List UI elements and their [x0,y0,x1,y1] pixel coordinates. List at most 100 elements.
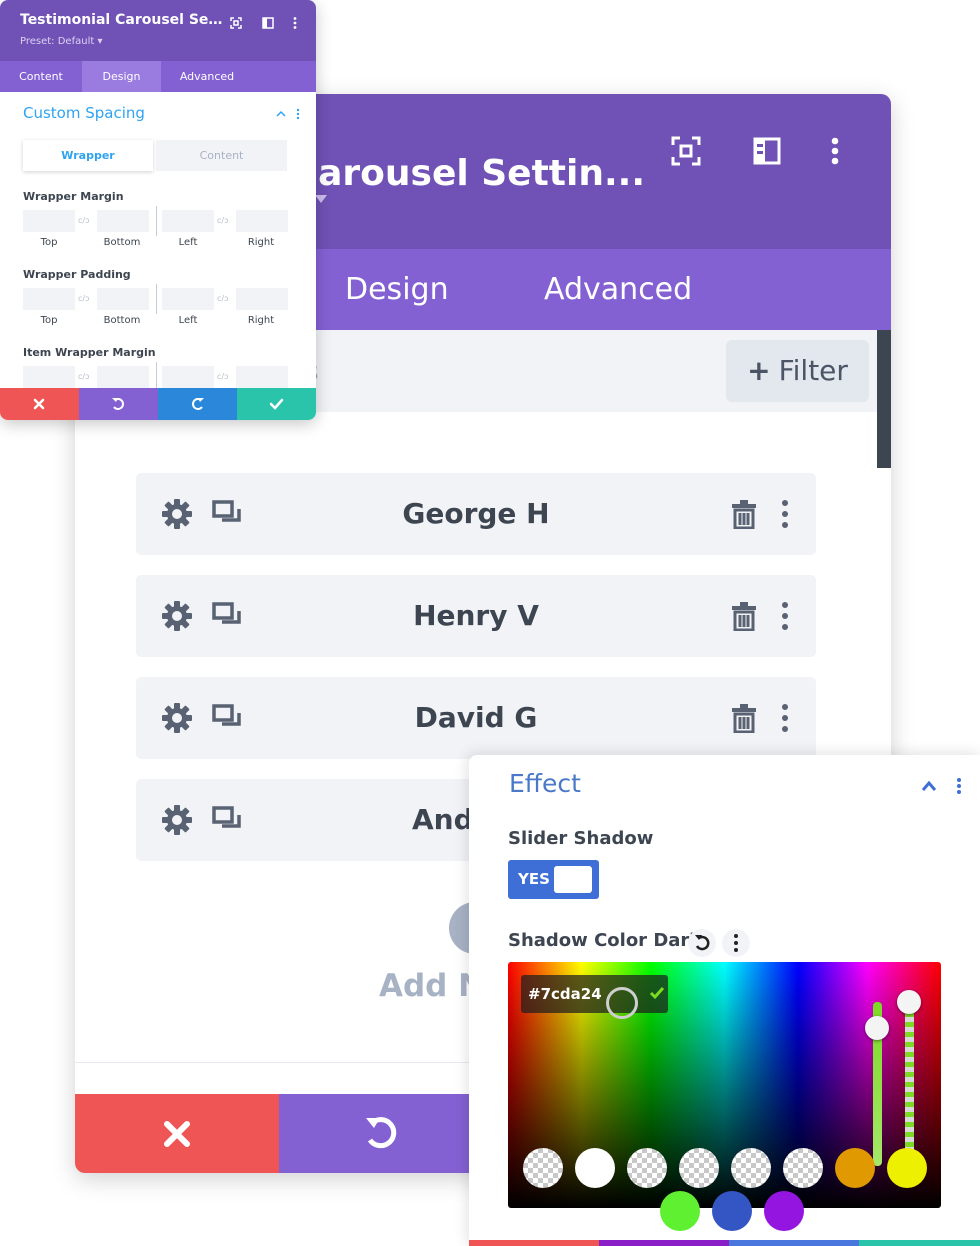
tab-advanced[interactable]: Advanced [161,61,253,92]
subtab-wrapper[interactable]: Wrapper [23,140,153,171]
tab-design[interactable]: Design [82,61,161,92]
color-spectrum-picker[interactable]: #7cda24 [508,962,941,1208]
swatch-transparent[interactable] [523,1148,563,1188]
subtab-content[interactable]: Content [156,140,287,171]
hex-input[interactable]: #7cda24 [521,975,668,1013]
kebab-icon[interactable] [779,499,791,529]
padding-top-input[interactable] [23,288,75,310]
undo-button[interactable] [79,388,158,420]
item-wrapper-margin-label: Item Wrapper Margin [23,346,156,359]
item-name: George H [402,497,550,530]
fullscreen-icon[interactable] [229,16,243,30]
trash-icon[interactable] [730,703,758,733]
item-margin-left-input[interactable] [162,366,214,388]
padding-bottom-input[interactable] [97,288,149,310]
item-margin-bottom-input[interactable] [97,366,149,388]
options-button[interactable] [722,929,750,957]
filter-button[interactable]: + Filter [726,340,869,402]
swatch-yellow[interactable] [887,1148,927,1188]
section-title[interactable]: Effect [509,769,581,798]
link-icon[interactable]: c/ↄ [217,372,229,381]
trash-icon[interactable] [730,601,758,631]
list-item[interactable]: Henry V [136,575,816,657]
item-margin-right-input[interactable] [236,366,288,388]
section-controls [276,108,302,120]
discard-bar[interactable] [469,1240,599,1246]
swatch-white[interactable] [575,1148,615,1188]
margin-top-input[interactable] [23,210,75,232]
field-label-bottom: Bottom [103,315,141,326]
divider [156,284,157,314]
tab-content[interactable]: Content [0,61,82,92]
margin-bottom-input[interactable] [97,210,149,232]
scrollbar[interactable] [877,330,891,468]
wrapper-margin-label: Wrapper Margin [23,190,124,203]
slider-shadow-label: Slider Shadow [508,828,654,849]
fullscreen-icon[interactable] [669,134,703,168]
kebab-icon[interactable] [779,703,791,733]
slider-shadow-toggle[interactable]: YES [508,860,599,899]
opacity-slider-knob[interactable] [897,990,921,1014]
discard-button[interactable] [75,1094,279,1173]
field-label-right: Right [247,315,275,326]
field-label-left: Left [178,315,198,326]
swatch-blue[interactable] [712,1191,752,1231]
trash-icon[interactable] [730,499,758,529]
color-picker-handle[interactable] [606,987,638,1019]
hue-slider-knob[interactable] [865,1016,889,1040]
module-settings-panel-small: Testimonial Carousel Settin... Preset: D… [0,0,316,420]
redo-bar[interactable] [729,1240,859,1246]
undo-icon [366,1117,397,1149]
spacing-subtabs: Wrapper Content [23,140,287,171]
tab-advanced[interactable]: Advanced [544,249,692,330]
panel-title: Testimonial Carousel Settin... [20,12,224,28]
list-item[interactable]: David G [136,677,816,759]
more-options-icon[interactable] [818,134,852,168]
swatch-transparent[interactable] [783,1148,823,1188]
link-icon[interactable]: c/ↄ [217,294,229,303]
save-bar[interactable] [859,1240,980,1246]
preset-selector[interactable]: Preset: Default ▾ [20,36,102,47]
tab-design[interactable]: Design [345,249,449,330]
undo-bar[interactable] [599,1240,729,1246]
panel-tabs: Content Design Advanced [0,61,316,92]
more-options-icon[interactable] [288,16,302,30]
item-margin-top-input[interactable] [23,366,75,388]
sidebar-layout-icon[interactable] [261,16,275,30]
swatch-purple[interactable] [764,1191,804,1231]
margin-left-input[interactable] [162,210,214,232]
link-icon[interactable]: c/ↄ [217,216,229,225]
link-icon[interactable]: c/ↄ [78,216,90,225]
link-icon[interactable]: c/ↄ [78,294,90,303]
field-label-bottom: Bottom [103,237,141,248]
padding-left-input[interactable] [162,288,214,310]
reset-button[interactable] [688,929,716,957]
undo-button[interactable] [279,1094,479,1173]
swatch-transparent[interactable] [679,1148,719,1188]
field-label-top: Top [40,315,58,326]
shadow-color-label: Shadow Color Dark [508,930,702,951]
save-button[interactable] [237,388,316,420]
effect-settings-panel: Effect Slider Shadow YES Shadow Color Da… [469,755,980,1246]
close-icon [164,1121,190,1147]
redo-button[interactable] [158,388,237,420]
field-label-right: Right [247,237,275,248]
sidebar-layout-icon[interactable] [750,134,784,168]
undo-icon [112,398,124,410]
margin-right-input[interactable] [236,210,288,232]
padding-right-input[interactable] [236,288,288,310]
list-item[interactable]: George H [136,473,816,555]
check-icon [269,398,284,410]
kebab-icon[interactable] [779,601,791,631]
swatch-green[interactable] [660,1191,700,1231]
preset-dropdown-caret[interactable] [315,195,327,203]
opacity-slider[interactable] [905,1002,914,1162]
discard-button[interactable] [0,388,79,420]
chevron-up-icon [276,110,286,117]
swatch-orange[interactable] [835,1148,875,1188]
check-icon[interactable] [649,985,665,1001]
link-icon[interactable]: c/ↄ [78,372,90,381]
swatch-transparent[interactable] [627,1148,667,1188]
section-title[interactable]: Custom Spacing [23,104,145,122]
swatch-transparent[interactable] [731,1148,771,1188]
